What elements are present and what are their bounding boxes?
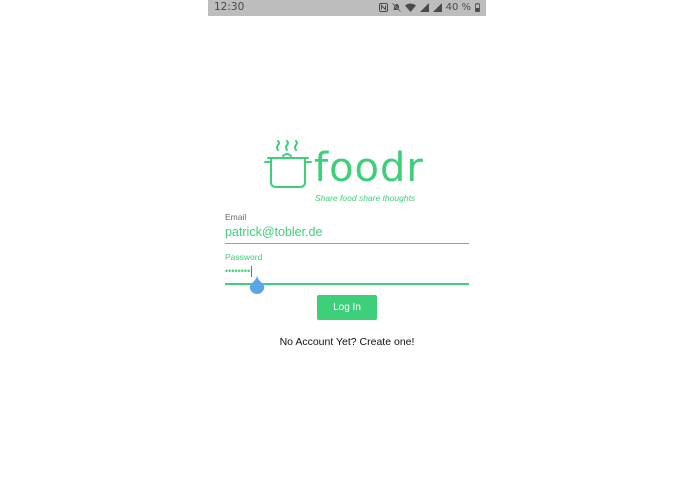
email-label: Email xyxy=(225,212,247,222)
logo-tagline: Share food share thoughts xyxy=(315,193,416,203)
password-label: Password xyxy=(225,252,263,262)
email-field: Email xyxy=(225,212,469,244)
app-logo: foodr Share food share thoughts xyxy=(264,140,434,204)
phone-screen: 12:30 40 % foodr Share food share though… xyxy=(208,0,486,494)
create-account-link[interactable]: No Account Yet? Create one! xyxy=(208,336,486,348)
password-masked-value: •••••••• xyxy=(225,266,251,276)
login-button[interactable]: Log In xyxy=(317,295,377,320)
battery-level: 40 % xyxy=(445,2,471,13)
battery-icon xyxy=(475,3,480,12)
status-icons: 40 % xyxy=(378,2,480,13)
cursor-handle-icon[interactable] xyxy=(249,275,265,299)
nfc-icon xyxy=(378,3,388,12)
mute-bell-icon xyxy=(391,3,401,12)
email-underline xyxy=(225,243,469,244)
signal-icon xyxy=(432,3,442,12)
wifi-icon xyxy=(404,3,416,12)
password-field: Password •••••••• xyxy=(225,252,469,294)
status-bar: 12:30 40 % xyxy=(208,0,486,16)
cooking-pot-icon xyxy=(264,140,312,195)
email-input[interactable] xyxy=(225,223,469,241)
signal-icon xyxy=(419,3,429,12)
logo-wordmark: foodr xyxy=(314,145,424,191)
status-time: 12:30 xyxy=(214,1,245,13)
